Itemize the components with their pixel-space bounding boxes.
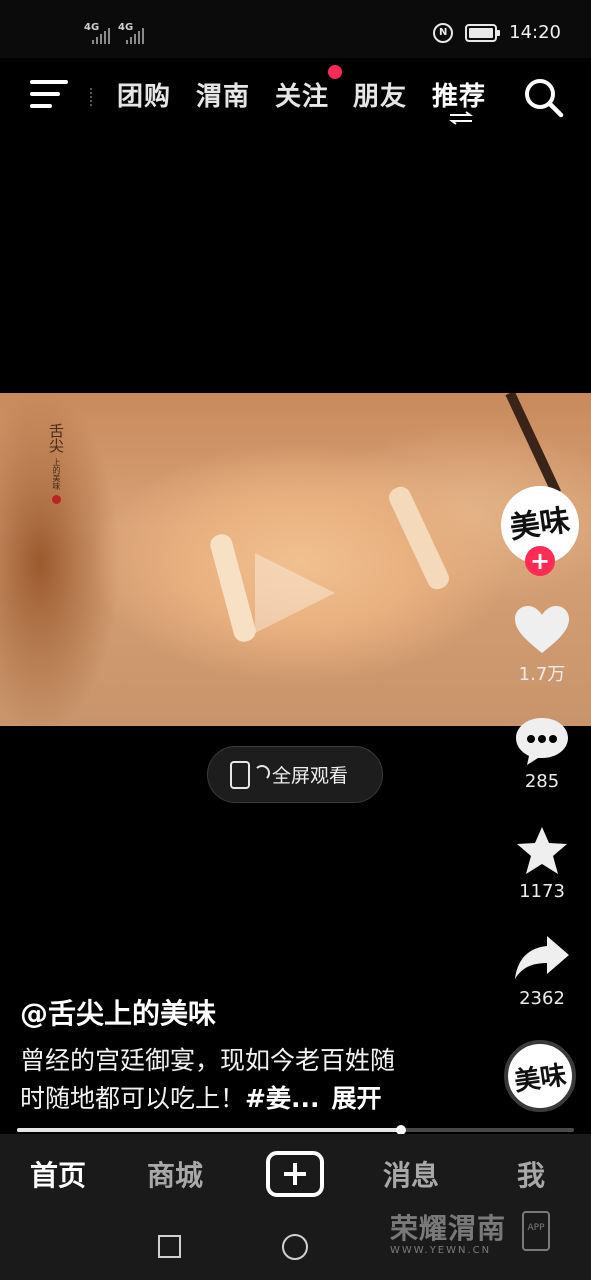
tab-following[interactable]: 关注 xyxy=(275,76,329,113)
like-icon[interactable] xyxy=(513,605,571,655)
video-content xyxy=(505,393,562,495)
fullscreen-button[interactable]: 全屏观看 xyxy=(207,746,383,803)
tab-home[interactable]: 首页 xyxy=(30,1154,86,1194)
description-line-1: 曾经的宫廷御宴，现如今老百姓随 xyxy=(20,1046,396,1075)
progress-fill xyxy=(17,1128,402,1132)
share-icon[interactable] xyxy=(513,933,571,983)
follow-button[interactable]: + xyxy=(525,546,555,576)
battery-icon xyxy=(465,23,501,42)
description-line-2: 时随地都可以吃上！#姜... 展开 xyxy=(20,1080,460,1118)
avatar-logo: 美味 xyxy=(507,502,573,547)
share-count: 2362 xyxy=(519,988,565,1009)
video-player[interactable]: 舌尖 上的美味 xyxy=(0,393,591,726)
create-post-button[interactable] xyxy=(266,1151,324,1197)
top-nav: 团购 渭南 关注 朋友 推荐 xyxy=(0,58,591,138)
app-badge-icon: APP xyxy=(522,1211,550,1251)
status-time: 14:20 xyxy=(509,22,561,43)
video-content xyxy=(385,483,453,593)
tab-messages[interactable]: 消息 xyxy=(383,1154,439,1194)
hashtag-link[interactable]: #姜... xyxy=(245,1084,319,1113)
system-nav-bar: 荣耀渭南 WWW.YEWN.CN APP xyxy=(0,1211,591,1280)
video-description: 曾经的宫廷御宴，现如今老百姓随 时随地都可以吃上！#姜... 展开 xyxy=(20,1042,460,1118)
description-text: 时随地都可以吃上！ xyxy=(20,1084,246,1113)
status-bar: 4G 4G N 14:20 xyxy=(0,0,591,58)
search-icon[interactable] xyxy=(522,76,564,118)
seal-icon xyxy=(51,494,61,504)
status-right-group: N 14:20 xyxy=(433,22,561,43)
play-icon[interactable] xyxy=(255,553,335,633)
expand-button[interactable]: 展开 xyxy=(331,1084,381,1113)
tab-me[interactable]: 我 xyxy=(517,1154,545,1194)
tab-weinan[interactable]: 渭南 xyxy=(196,76,250,113)
comment-icon[interactable] xyxy=(513,716,571,766)
music-disc-avatar[interactable]: 美味 xyxy=(504,1040,576,1112)
video-progress-bar[interactable] xyxy=(17,1125,574,1135)
video-watermark: 舌尖 上的美味 xyxy=(47,423,65,504)
tab-group-buy[interactable]: 团购 xyxy=(117,76,171,113)
avatar-logo: 美味 xyxy=(512,1060,569,1097)
comment-count: 285 xyxy=(524,771,560,792)
video-content xyxy=(208,532,258,644)
favorite-count: 1173 xyxy=(519,881,565,902)
site-watermark: 荣耀渭南 WWW.YEWN.CN APP xyxy=(390,1207,550,1256)
favorite-star-icon[interactable] xyxy=(513,826,571,876)
recent-apps-icon[interactable] xyxy=(158,1235,181,1258)
fullscreen-label: 全屏观看 xyxy=(272,765,349,787)
tab-recommended[interactable]: 推荐 xyxy=(432,76,486,113)
tab-mall[interactable]: 商城 xyxy=(147,1154,203,1194)
rotate-screen-icon xyxy=(230,760,270,789)
like-count: 1.7万 xyxy=(518,664,566,685)
author-name[interactable]: @舌尖上的美味 xyxy=(20,992,216,1032)
tab-friends[interactable]: 朋友 xyxy=(353,76,407,113)
watermark-main-text: 舌尖 xyxy=(47,423,65,453)
site-watermark-url: WWW.YEWN.CN xyxy=(390,1245,492,1256)
menu-icon[interactable] xyxy=(30,80,68,110)
nfc-icon: N xyxy=(433,22,454,43)
divider xyxy=(90,88,93,106)
site-watermark-name: 荣耀渭南 xyxy=(390,1212,507,1245)
watermark-sub-text: 上的美味 xyxy=(52,457,61,490)
swap-icon xyxy=(449,111,473,125)
notification-dot xyxy=(328,65,342,79)
home-icon[interactable] xyxy=(282,1234,308,1260)
